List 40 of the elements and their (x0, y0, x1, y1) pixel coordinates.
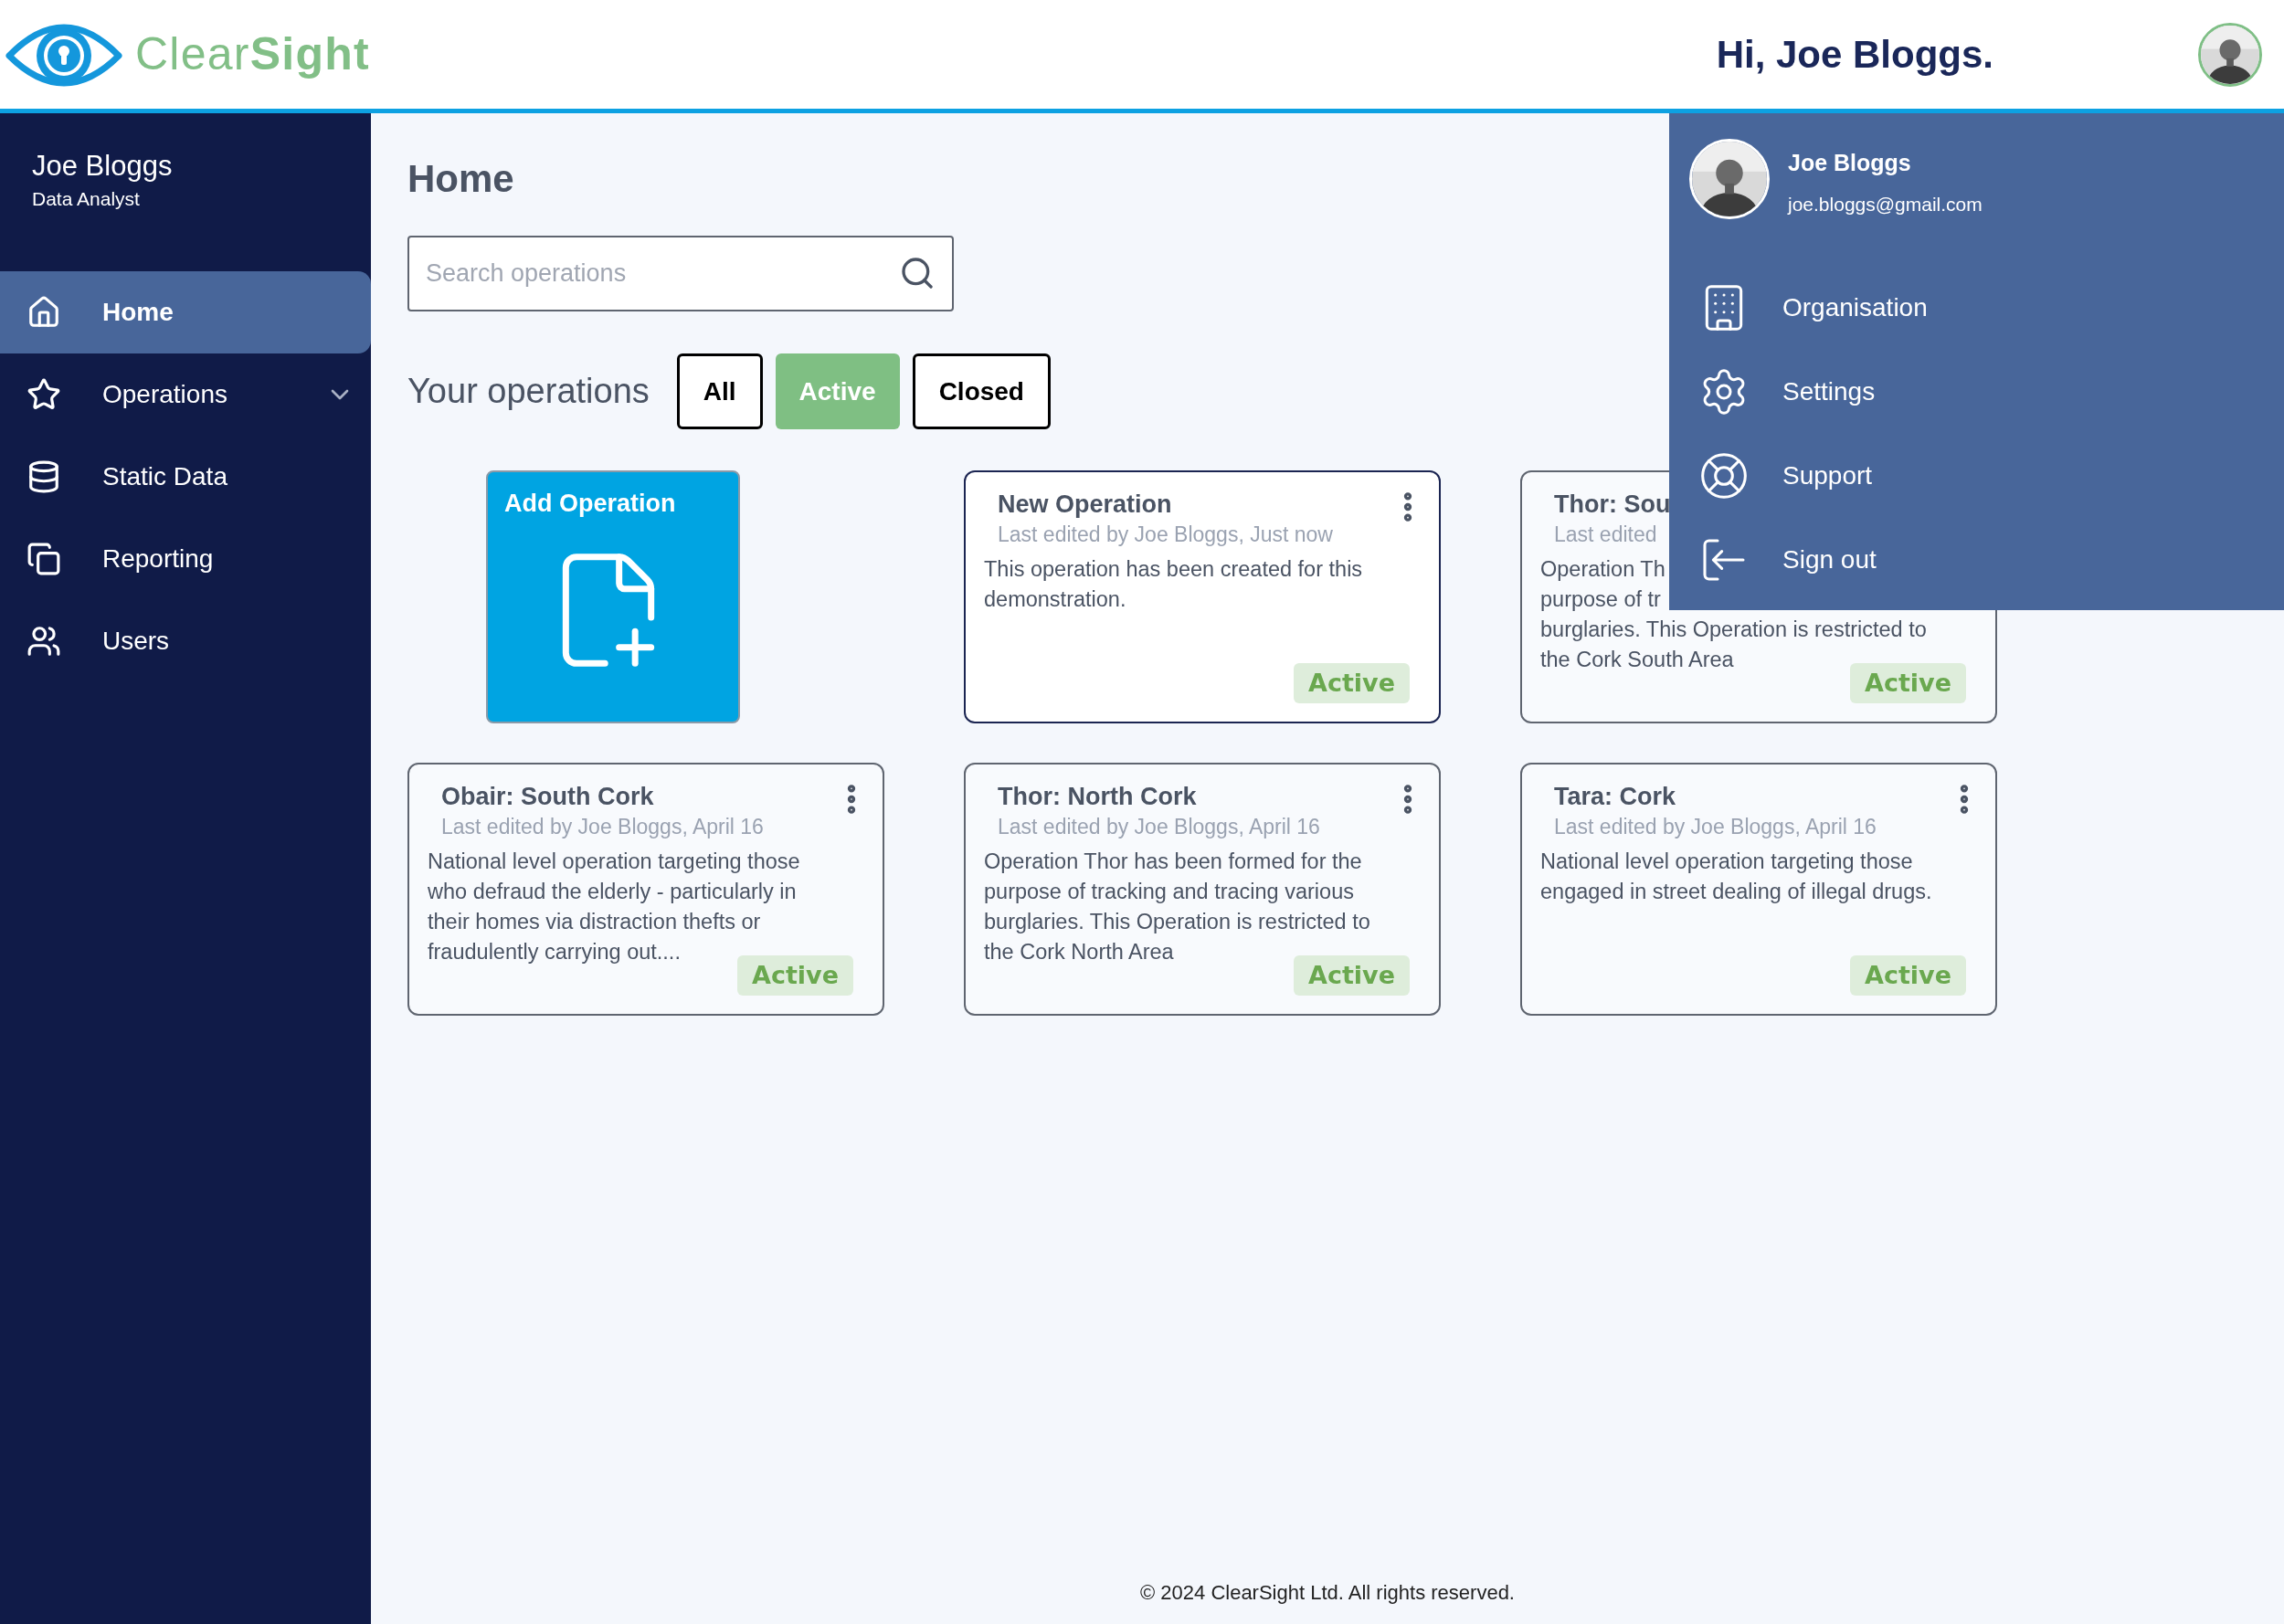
card-meta: Last edited (1554, 522, 1657, 548)
status-badge: Active (1294, 663, 1410, 703)
description-line: National level operation targeting those (428, 849, 800, 875)
logo-text: ClearSight (135, 27, 370, 81)
section-title: Your operations (407, 371, 650, 412)
description-line: purpose of tracking and tracing various (984, 879, 1354, 905)
description-line: Operation Thor has been formed for the (984, 849, 1362, 875)
description-line: Operation Th (1540, 556, 1665, 583)
description-line: This operation has been created for this (984, 556, 1363, 583)
description-line: National level operation targeting those (1540, 849, 1913, 875)
description-line: their homes via distraction thefts or (428, 909, 761, 935)
card-title: Obair: South Cork (441, 782, 654, 812)
card-meta: Last edited by Joe Bloggs, April 16 (998, 814, 1320, 840)
description-line: the Cork South Area (1540, 647, 1734, 673)
user-email: joe.bloggs@gmail.com (1788, 192, 1983, 216)
greeting: Hi, Joe Bloggs. (1716, 32, 1993, 78)
card-meta: Last edited by Joe Bloggs, Just now (998, 522, 1333, 548)
user-name: Joe Bloggs (1788, 149, 1912, 177)
description-line: engaged in street dealing of illegal drugs. (1540, 879, 1932, 905)
description-line: demonstration. (984, 586, 1126, 613)
status-badge: Active (1294, 955, 1410, 996)
card-meta: Last edited by Joe Bloggs, April 16 (441, 814, 764, 840)
card-title: Tara: Cork (1554, 782, 1676, 812)
status-badge: Active (1850, 955, 1966, 996)
status-badge: Active (1850, 663, 1966, 703)
description-line: burglaries. This Operation is restricted to (984, 909, 1370, 935)
page-title: Home (407, 156, 514, 202)
card-title: New Operation (998, 490, 1172, 520)
description-line: who defraud the elderly - particularly in (428, 879, 797, 905)
status-badge: Active (737, 955, 853, 996)
footer-text: © 2024 ClearSight Ltd. All rights reserved. (1139, 1580, 1516, 1606)
card-meta: Last edited by Joe Bloggs, April 16 (1554, 814, 1877, 840)
sidebar-user-name: Joe Bloggs (31, 149, 174, 184)
description-line: the Cork North Area (984, 939, 1174, 965)
sidebar-user-role: Data Analyst (31, 187, 141, 211)
description-line: purpose of tr (1540, 586, 1661, 613)
description-line: fraudulently carrying out.... (428, 939, 681, 965)
description-line: burglaries. This Operation is restricted to (1540, 617, 1927, 643)
card-title: Thor: Sou (1554, 490, 1671, 520)
card-title: Thor: North Cork (998, 782, 1197, 812)
